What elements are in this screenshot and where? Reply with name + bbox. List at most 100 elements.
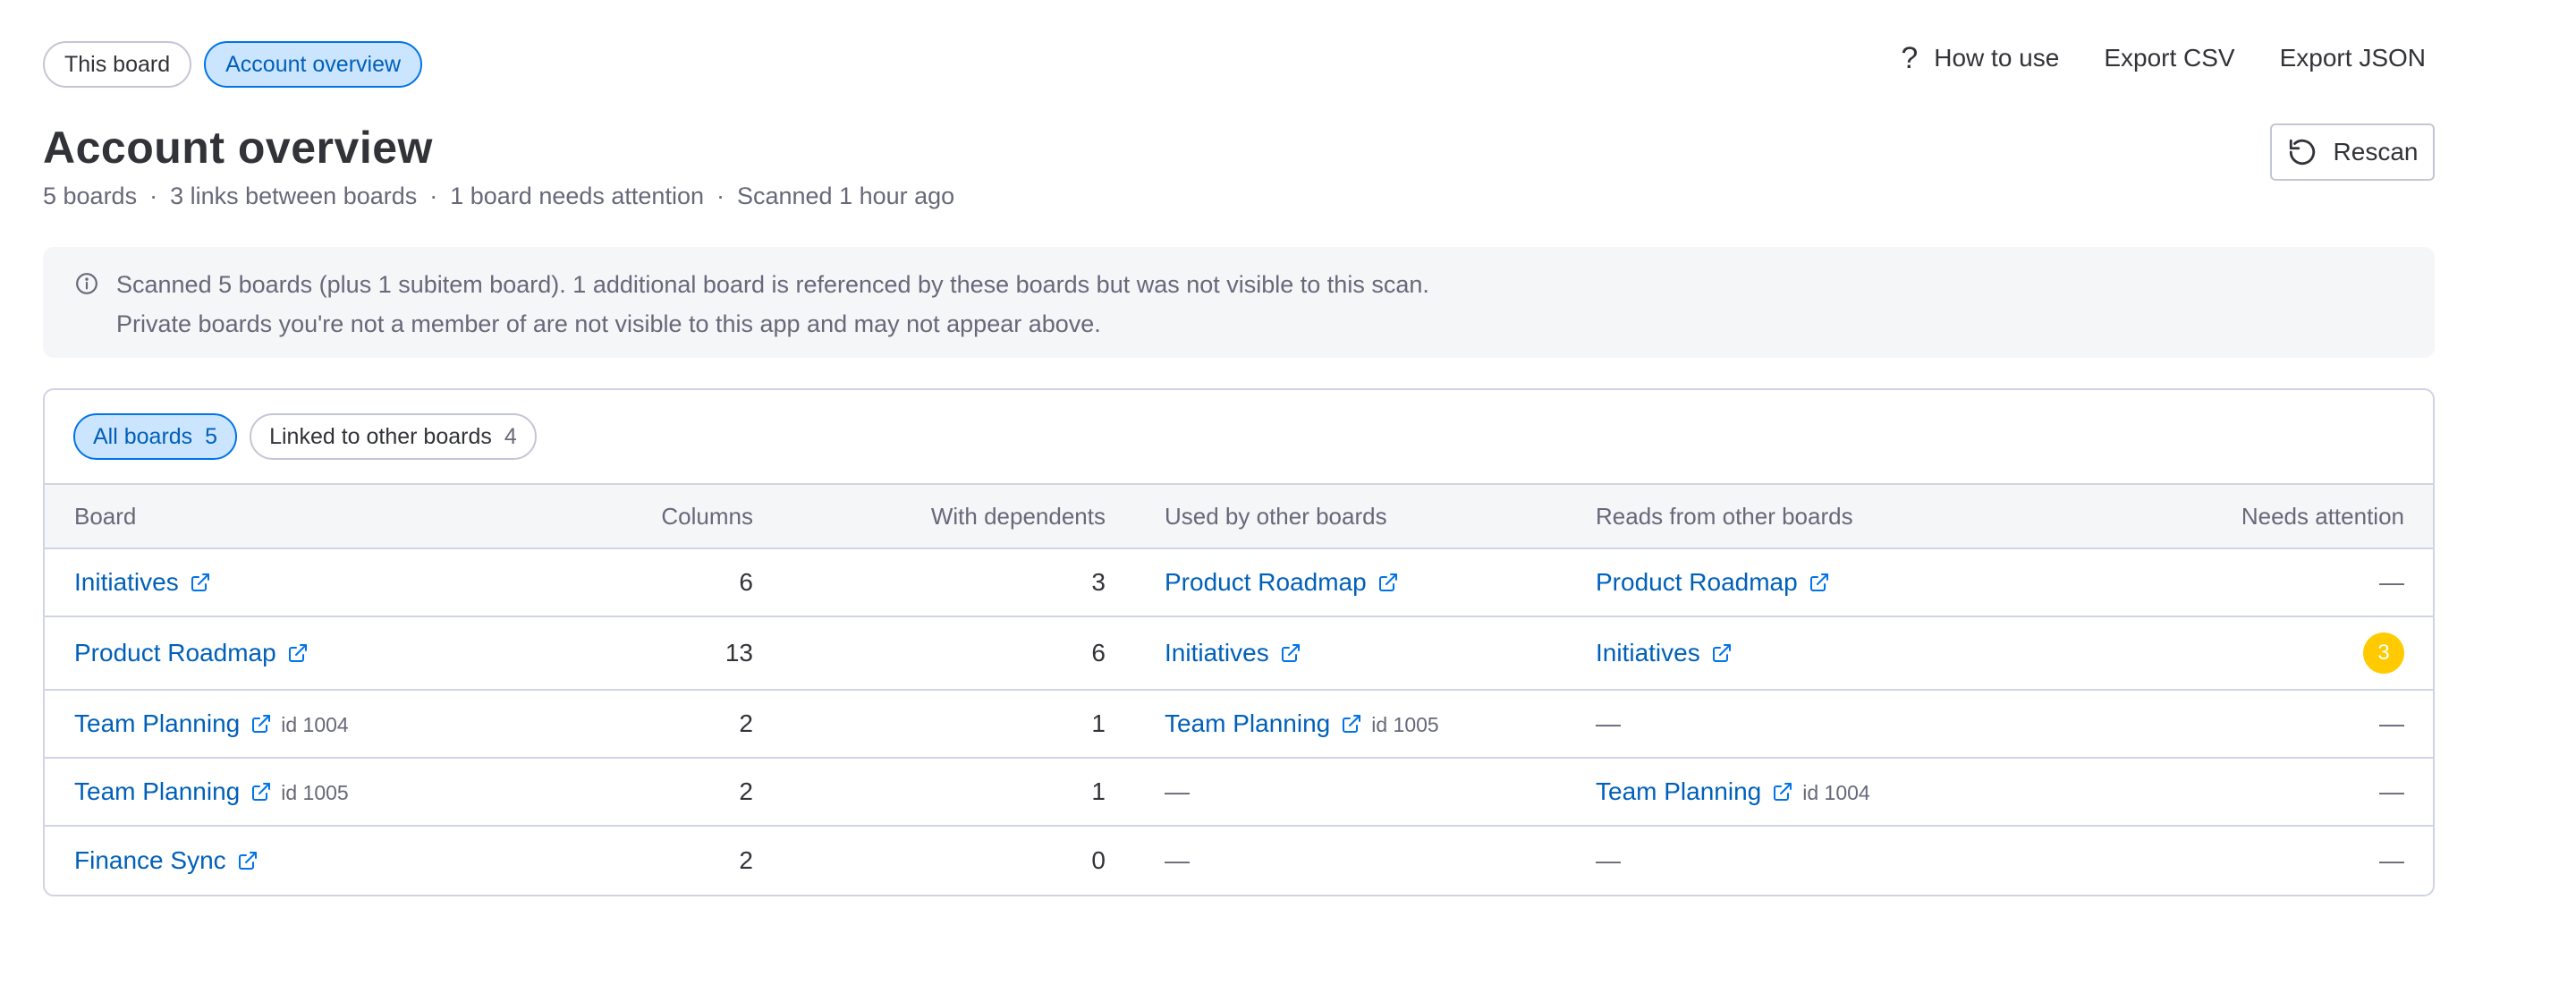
reads-from-link[interactable]: Product Roadmap xyxy=(1596,568,1830,597)
separator: · xyxy=(429,183,438,209)
board-link[interactable]: Product Roadmap xyxy=(74,639,309,667)
board-link-label: Product Roadmap xyxy=(1596,568,1798,596)
filter-count: 5 xyxy=(205,424,218,449)
rescan-label: Rescan xyxy=(2333,138,2419,166)
separator: · xyxy=(716,183,724,209)
empty-value: — xyxy=(1596,709,1621,737)
attention-badge[interactable]: 3 xyxy=(2363,633,2404,674)
link-count: 3 links between boards xyxy=(170,183,418,209)
table-header-row: Board Columns With dependents Used by ot… xyxy=(45,483,2433,549)
how-to-use-link[interactable]: ? How to use xyxy=(1901,43,2059,73)
empty-value: — xyxy=(1165,777,1190,805)
empty-value: — xyxy=(2379,845,2404,874)
cell-reads-from: — xyxy=(1596,690,2148,758)
reads-from-link[interactable]: Team Planning xyxy=(1596,777,1793,806)
board-link-label: Product Roadmap xyxy=(74,639,276,667)
board-link[interactable]: Finance Sync xyxy=(74,846,258,875)
external-link-icon xyxy=(1343,715,1361,733)
cell-columns: 6 xyxy=(739,568,753,596)
board-link-label: Team Planning xyxy=(74,709,241,737)
board-link-label: Team Planning xyxy=(1165,709,1331,737)
external-link-icon xyxy=(191,573,209,591)
filter-linked-boards[interactable]: Linked to other boards 4 xyxy=(250,413,537,460)
how-to-use-label: How to use xyxy=(1934,44,2060,72)
board-link-label: Team Planning xyxy=(1596,777,1762,805)
external-link-icon xyxy=(1774,783,1792,801)
board-link-label: Initiatives xyxy=(1596,639,1700,667)
external-link-icon xyxy=(252,783,271,801)
filter-label: All boards xyxy=(93,424,193,449)
boards-card: All boards 5 Linked to other boards 4 Bo… xyxy=(43,388,2435,896)
table-row: Initiatives 6 3 Product Roadmap Product Road… xyxy=(45,548,2433,616)
separator: · xyxy=(149,183,158,209)
board-link-label: Finance Sync xyxy=(74,845,226,874)
used-by-link[interactable]: Team Planning xyxy=(1165,709,1362,738)
board-link[interactable]: Initiatives xyxy=(74,568,211,597)
board-link-label: Initiatives xyxy=(1165,639,1269,667)
cell-dependents: 3 xyxy=(1091,568,1106,596)
used-by-link[interactable]: Product Roadmap xyxy=(1165,568,1399,597)
cell-needs-attention: — xyxy=(2148,758,2433,826)
rescan-button[interactable]: Rescan xyxy=(2270,123,2435,181)
notice-line-1: Scanned 5 boards (plus 1 subitem board).… xyxy=(116,271,1429,298)
scan-time: Scanned 1 hour ago xyxy=(736,183,955,209)
header-actions: ? How to use Export CSV Export JSON xyxy=(1901,43,2426,73)
header-dependents: With dependents xyxy=(753,483,1106,549)
board-link-label: Product Roadmap xyxy=(1165,568,1367,596)
cell-needs-attention: — xyxy=(2148,690,2433,758)
header-needs-attention: Needs attention xyxy=(2148,483,2433,549)
export-json-button[interactable]: Export JSON xyxy=(2280,44,2426,72)
cell-board: Product Roadmap xyxy=(45,616,567,690)
cell-used-by: Initiatives xyxy=(1106,616,1596,690)
scan-summary: 5 boards · 3 links between boards · 1 bo… xyxy=(43,183,954,210)
empty-value: — xyxy=(1165,845,1190,874)
cell-needs-attention: — xyxy=(2148,826,2433,894)
tab-this-board[interactable]: This board xyxy=(43,41,192,88)
cell-columns: 2 xyxy=(739,777,753,805)
cell-reads-from: — xyxy=(1596,826,2148,894)
boards-table: Board Columns With dependents Used by ot… xyxy=(45,483,2433,894)
used-by-link[interactable]: Initiatives xyxy=(1165,639,1301,667)
cell-dependents: 1 xyxy=(1091,709,1106,737)
external-link-icon xyxy=(1378,573,1397,591)
empty-value: — xyxy=(2379,777,2404,805)
attention-count: 1 board needs attention xyxy=(450,183,704,209)
cell-columns: 2 xyxy=(739,709,753,737)
board-filters: All boards 5 Linked to other boards 4 xyxy=(45,390,2433,483)
tab-account-overview[interactable]: Account overview xyxy=(204,41,423,88)
board-link[interactable]: Team Planning xyxy=(74,709,272,738)
cell-columns: 2 xyxy=(739,845,753,874)
cell-dependents: 0 xyxy=(1091,845,1106,874)
cell-used-by: — xyxy=(1106,758,1596,826)
cell-board: Initiatives xyxy=(45,548,567,616)
cell-reads-from: Initiatives xyxy=(1596,616,2148,690)
board-link-label: Team Planning xyxy=(74,777,241,805)
external-link-icon xyxy=(1281,644,1300,662)
table-row: Team Planning id 1004 2 1 Team Planning id 10… xyxy=(45,690,2433,758)
external-link-icon xyxy=(252,715,271,733)
page-title: Account overview xyxy=(43,123,433,173)
export-csv-button[interactable]: Export CSV xyxy=(2104,44,2234,72)
cell-dependents: 6 xyxy=(1091,639,1106,667)
cell-used-by: Product Roadmap xyxy=(1106,548,1596,616)
external-link-icon xyxy=(288,644,307,662)
cell-used-by: Team Planning id 1005 xyxy=(1106,690,1596,758)
cell-reads-from: Team Planning id 1004 xyxy=(1596,758,2148,826)
refresh-icon xyxy=(2289,139,2315,166)
board-id: id 1004 xyxy=(1802,781,1870,804)
cell-board: Team Planning id 1004 xyxy=(45,690,567,758)
cell-columns: 13 xyxy=(724,639,753,667)
cell-board: Finance Sync xyxy=(45,826,567,894)
header-columns: Columns xyxy=(567,483,753,549)
filter-label: Linked to other boards xyxy=(269,424,492,449)
cell-dependents: 1 xyxy=(1091,777,1106,805)
reads-from-link[interactable]: Initiatives xyxy=(1596,639,1733,667)
filter-all-boards[interactable]: All boards 5 xyxy=(73,413,238,460)
table-row: Team Planning id 1005 2 1 — Team Planning id 1… xyxy=(45,758,2433,826)
external-link-icon xyxy=(1809,573,1828,591)
board-link[interactable]: Team Planning xyxy=(74,777,272,806)
header-board: Board xyxy=(45,483,567,549)
empty-value: — xyxy=(2379,568,2404,596)
cell-needs-attention: — xyxy=(2148,548,2433,616)
board-count: 5 boards xyxy=(43,183,138,209)
